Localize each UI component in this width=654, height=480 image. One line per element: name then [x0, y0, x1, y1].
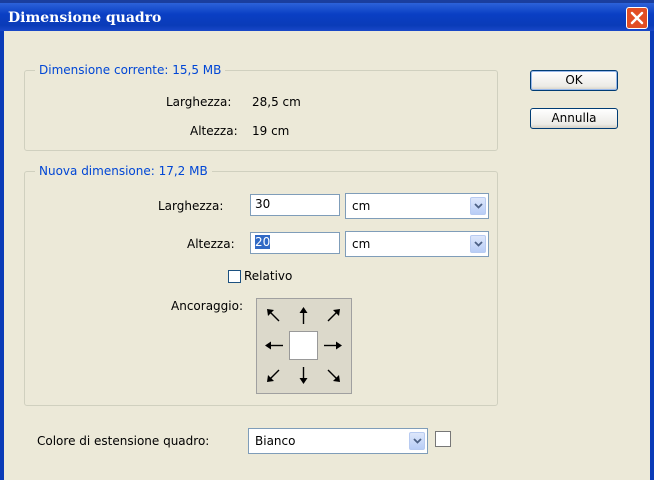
- anchor-bottom-left[interactable]: [259, 361, 288, 390]
- current-height-label: Altezza:: [190, 124, 238, 138]
- close-icon: [630, 11, 644, 25]
- extension-color-select[interactable]: Bianco: [248, 428, 428, 454]
- close-button[interactable]: [626, 7, 648, 29]
- new-width-label: Larghezza:: [158, 199, 224, 213]
- chevron-down-icon: [413, 438, 422, 444]
- extension-color-dropdown-arrow[interactable]: [409, 432, 425, 450]
- arrow-left-icon: [265, 341, 283, 350]
- anchor-right[interactable]: [319, 331, 348, 360]
- width-input[interactable]: 30: [250, 194, 340, 216]
- window-left-border: [0, 31, 4, 480]
- arrow-down-icon: [299, 367, 308, 384]
- height-input-value: 20: [255, 235, 271, 249]
- window-title: Dimensione quadro: [8, 10, 162, 26]
- anchor-top[interactable]: [289, 301, 318, 330]
- relative-label: Relativo: [244, 269, 293, 283]
- anchor-top-right[interactable]: [319, 301, 348, 330]
- height-unit-value: cm: [352, 237, 371, 251]
- new-size-legend: Nuova dimensione: 17,2 MB: [39, 164, 208, 178]
- current-width-label: Larghezza:: [166, 95, 232, 109]
- relative-checkbox[interactable]: [228, 270, 241, 283]
- arrow-up-left-icon: [267, 309, 280, 322]
- anchor-bottom-right[interactable]: [319, 361, 348, 390]
- extension-color-label: Colore di estensione quadro:: [37, 434, 210, 448]
- width-unit-dropdown-arrow[interactable]: [470, 197, 486, 215]
- current-height-value: 19 cm: [252, 124, 290, 138]
- chevron-down-icon: [474, 241, 483, 247]
- cancel-button[interactable]: Annulla: [530, 108, 618, 129]
- anchor-bottom[interactable]: [289, 361, 318, 390]
- ok-button[interactable]: OK: [530, 70, 618, 91]
- title-bar: Dimensione quadro: [0, 3, 654, 31]
- chevron-down-icon: [474, 203, 483, 209]
- new-height-label: Altezza:: [187, 237, 235, 251]
- anchor-left[interactable]: [259, 331, 288, 360]
- anchor-grid: [256, 298, 352, 394]
- arrow-up-icon: [299, 307, 308, 324]
- current-width-value: 28,5 cm: [252, 95, 301, 109]
- arrow-right-icon: [324, 341, 342, 350]
- arrow-down-right-icon: [327, 369, 340, 382]
- arrow-down-left-icon: [267, 369, 280, 382]
- anchor-top-left[interactable]: [259, 301, 288, 330]
- width-unit-value: cm: [352, 199, 371, 213]
- extension-color-swatch[interactable]: [435, 431, 451, 447]
- window-right-border: [650, 31, 654, 480]
- width-input-value: 30: [255, 197, 271, 211]
- extension-color-value: Bianco: [255, 434, 296, 448]
- height-unit-select[interactable]: cm: [345, 231, 489, 257]
- anchor-center[interactable]: [289, 331, 318, 360]
- anchor-label: Ancoraggio:: [171, 299, 243, 313]
- width-unit-select[interactable]: cm: [345, 193, 489, 219]
- height-unit-dropdown-arrow[interactable]: [470, 235, 486, 253]
- arrow-up-right-icon: [327, 309, 340, 322]
- current-size-legend: Dimensione corrente: 15,5 MB: [39, 63, 222, 77]
- height-input[interactable]: 20: [250, 232, 340, 254]
